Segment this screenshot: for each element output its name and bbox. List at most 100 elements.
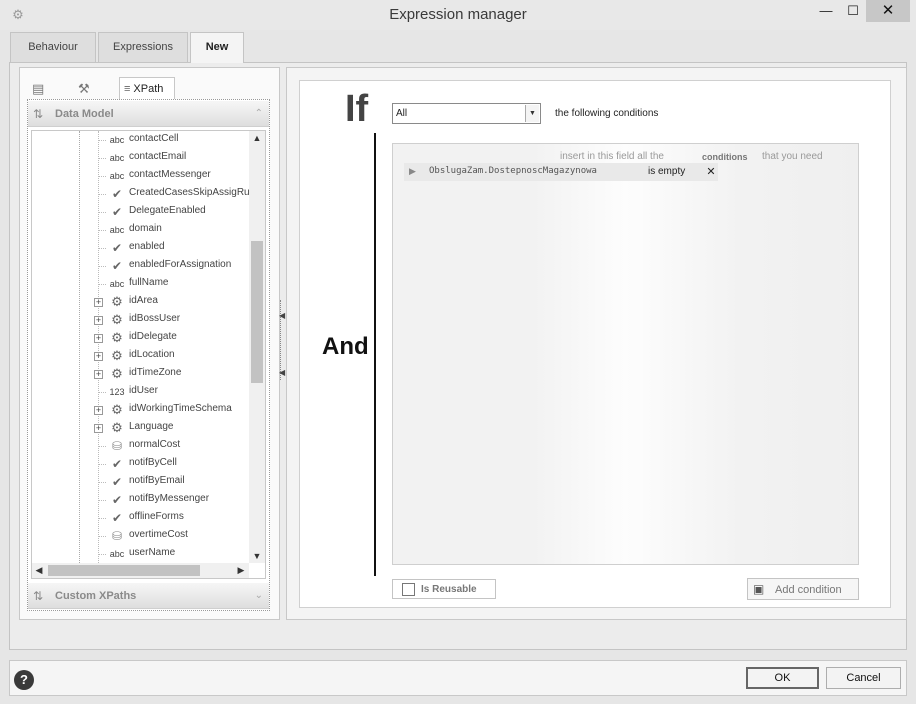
text-type-icon: abc <box>109 279 125 289</box>
tree-connector <box>98 500 106 501</box>
maximize-button[interactable]: ☐ <box>840 0 866 22</box>
tree-item[interactable]: abc userName <box>32 545 248 563</box>
and-label: And <box>322 333 369 360</box>
expand-plus-icon[interactable]: + <box>94 352 103 361</box>
tree-item[interactable]: abc fullName <box>32 275 248 293</box>
expand-plus-icon[interactable]: + <box>94 370 103 379</box>
tab-new[interactable]: New <box>190 32 244 63</box>
scroll-right-icon[interactable]: ▶ <box>234 563 248 578</box>
expand-plus-icon[interactable]: + <box>94 298 103 307</box>
cancel-button[interactable]: Cancel <box>826 667 901 689</box>
collapse-left-icon[interactable]: ◀ <box>279 368 285 377</box>
collapse-left-icon[interactable]: ◀ <box>279 311 285 320</box>
boolean-check-icon: ✔ <box>111 457 123 471</box>
minimize-button[interactable]: — <box>812 0 840 22</box>
ok-button[interactable]: OK <box>746 667 819 689</box>
tree-item[interactable]: abc contactEmail <box>32 149 248 167</box>
entity-gear-icon: ⚙ <box>111 330 123 345</box>
expand-plus-icon[interactable]: + <box>94 406 103 415</box>
custom-xpaths-header[interactable]: ⇅ Custom XPaths ⌄ <box>28 583 269 609</box>
currency-icon: ⛁ <box>111 529 123 543</box>
tree-item[interactable]: abc contactMessenger <box>32 167 248 185</box>
tree-item[interactable]: ✔ notifByEmail <box>32 473 248 491</box>
scroll-thumb[interactable] <box>251 241 263 383</box>
tree-item[interactable]: + ⚙ idDelegate <box>32 329 248 347</box>
scroll-left-icon[interactable]: ◀ <box>32 563 46 578</box>
tree-item-label: idBossUser <box>129 313 181 324</box>
tree-item[interactable]: + ⚙ idArea <box>32 293 248 311</box>
tree-item[interactable]: + ⚙ idTimeZone <box>32 365 248 383</box>
tree-item-label: idArea <box>129 295 158 306</box>
tree-item[interactable]: 123 idUser <box>32 383 248 401</box>
following-conditions-text: the following conditions <box>555 108 659 119</box>
tree-connector <box>98 176 106 177</box>
entity-gear-icon: ⚙ <box>111 294 123 309</box>
condition-field[interactable]: ObslugaZam.DostepnoscMagazynowa <box>429 166 597 176</box>
tree-horizontal-scrollbar[interactable]: ◀ ▶ <box>32 563 249 578</box>
document-icon[interactable]: ▤ <box>32 78 50 100</box>
tree-vertical-scrollbar[interactable]: ▲ ▼ <box>249 131 265 563</box>
tab-behaviour[interactable]: Behaviour <box>10 32 96 62</box>
boolean-check-icon: ✔ <box>111 187 123 201</box>
tree-item[interactable]: ✔ CreatedCasesSkipAssigRu <box>32 185 250 203</box>
close-button[interactable]: ✕ <box>866 0 910 22</box>
is-reusable-checkbox[interactable]: Is Reusable <box>392 579 496 599</box>
entity-gear-icon: ⚙ <box>111 402 123 417</box>
tree-item-label: Language <box>129 421 174 432</box>
tree-connector <box>98 158 106 159</box>
tree-item-label: offlineForms <box>129 511 184 522</box>
scroll-thumb-horizontal[interactable] <box>48 565 200 576</box>
tree-item-label: notifByEmail <box>129 475 185 486</box>
expand-plus-icon[interactable]: + <box>94 316 103 325</box>
checkbox-box[interactable] <box>402 583 415 596</box>
tree-item[interactable]: ✔ enabledForAssignation <box>32 257 248 275</box>
tree-connector <box>98 248 106 249</box>
tree-item[interactable]: ✔ notifByMessenger <box>32 491 248 509</box>
tree-item[interactable]: + ⚙ Language <box>32 419 248 437</box>
xpath-tab[interactable]: ≡ XPath <box>119 77 175 99</box>
tree-item[interactable]: abc domain <box>32 221 248 239</box>
tree-item[interactable]: ✔ enabled <box>32 239 248 257</box>
tree-item-label: contactEmail <box>129 151 187 162</box>
expand-plus-icon[interactable]: + <box>94 424 103 433</box>
data-model-header[interactable]: ⇅ Data Model ⌃ <box>28 101 269 127</box>
chevron-up-icon[interactable]: ⌃ <box>255 108 263 119</box>
expand-plus-icon[interactable]: + <box>94 334 103 343</box>
tree-item[interactable]: abc contactCell <box>32 131 248 149</box>
tree-item[interactable]: + ⚙ idWorkingTimeSchema <box>32 401 248 419</box>
tree-item[interactable]: ⛁ overtimeCost <box>32 527 248 545</box>
help-icon[interactable]: ? <box>14 670 34 690</box>
match-type-select[interactable]: All ▼ <box>392 103 541 124</box>
tools-icon[interactable]: ⚒ <box>78 78 96 100</box>
tree-item[interactable]: ✔ offlineForms <box>32 509 248 527</box>
tree-item[interactable]: + ⚙ idLocation <box>32 347 248 365</box>
dropdown-arrow-icon[interactable]: ▼ <box>525 105 539 122</box>
is-reusable-label: Is Reusable <box>421 584 477 595</box>
tab-expressions[interactable]: Expressions <box>98 32 188 62</box>
text-type-icon: abc <box>109 135 125 145</box>
tree-item[interactable]: ✔ DelegateEnabled <box>32 203 248 221</box>
chevron-down-icon[interactable]: ⌄ <box>255 590 263 601</box>
scroll-up-icon[interactable]: ▲ <box>249 131 265 145</box>
tree-item-label: domain <box>129 223 162 234</box>
condition-row[interactable]: ▶ ObslugaZam.DostepnoscMagazynowa is emp… <box>404 163 718 181</box>
custom-xpaths-icon: ⇅ <box>33 589 44 603</box>
condition-group-line <box>374 133 376 576</box>
condition-operator[interactable]: is empty <box>648 166 685 177</box>
if-label: If <box>345 88 369 130</box>
tree-connector <box>98 518 106 519</box>
tree-item[interactable]: ✔ notifByCell <box>32 455 248 473</box>
tree-item[interactable]: + ⚙ idBossUser <box>32 311 248 329</box>
hint-suffix: that you need <box>762 151 823 162</box>
delete-condition-icon[interactable]: ✕ <box>704 165 718 178</box>
tree-item[interactable]: ⛁ normalCost <box>32 437 248 455</box>
expand-arrow-icon[interactable]: ▶ <box>409 166 416 177</box>
title-bar: ⚙ Expression manager — ☐ ✕ <box>0 0 916 30</box>
add-condition-button[interactable]: ▣ Add condition <box>747 578 859 600</box>
tree-item-label: contactMessenger <box>129 169 211 180</box>
conditions-drop-area[interactable] <box>392 143 859 565</box>
text-type-icon: abc <box>109 225 125 235</box>
tree-item-label: normalCost <box>129 439 181 450</box>
scroll-down-icon[interactable]: ▼ <box>249 549 265 563</box>
boolean-check-icon: ✔ <box>111 259 123 273</box>
